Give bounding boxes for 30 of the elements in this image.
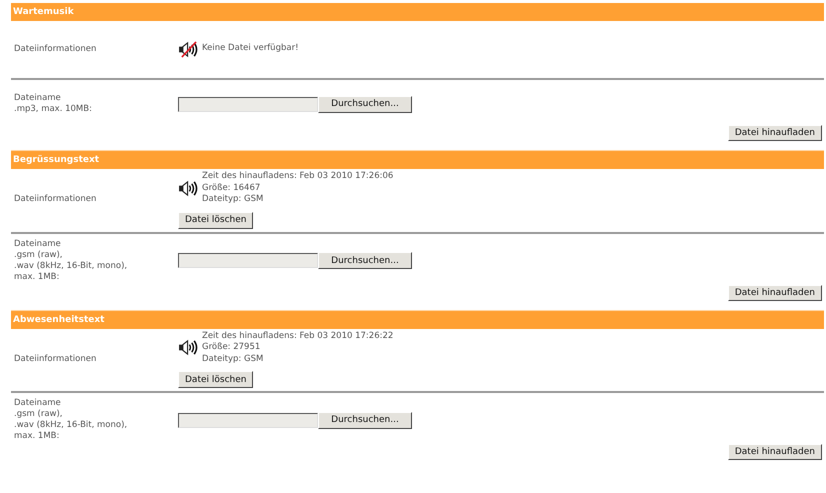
file-info-text: Größe: 27951: [202, 342, 262, 354]
muted-speaker-icon: [178, 40, 199, 58]
section-header: Abwesenheitstext: [11, 310, 824, 328]
file-info-text: Keine Datei verfügbar!: [202, 43, 298, 55]
info-label: Dateiinformationen: [14, 354, 98, 365]
speaker-icon: [178, 339, 199, 356]
file-input-field[interactable]: [178, 412, 318, 428]
section-header: Begrüssungstext: [11, 151, 824, 169]
file-info-text: Dateityp: GSM: [202, 354, 264, 365]
upload-button[interactable]: Datei hinaufladen: [728, 284, 822, 300]
delete-button[interactable]: Datei löschen: [178, 371, 254, 388]
upload-button[interactable]: Datei hinaufladen: [728, 125, 822, 141]
file-input-field[interactable]: [178, 96, 318, 112]
file-info-text: Zeit des hinaufladens: Feb 03 2010 17:26:06: [202, 171, 394, 182]
info-label: Dateiinformationen: [14, 194, 98, 206]
section-header: Wartemusik: [11, 3, 824, 21]
delete-button[interactable]: Datei löschen: [178, 212, 254, 228]
upload-button[interactable]: Datei hinaufladen: [728, 444, 822, 460]
info-label: Dateiinformationen: [14, 44, 98, 54]
browse-button[interactable]: Durchsuchen...: [318, 96, 412, 112]
upload-label: Dateiname .gsm (raw), .wav (8kHz, 16-Bit, mono), max. 1MB:: [14, 398, 128, 442]
speaker-icon: [178, 180, 199, 197]
upload-label: Dateiname .gsm (raw), .wav (8kHz, 16-Bit, mono), max. 1MB:: [14, 238, 128, 282]
upload-label: Dateiname .mp3, max. 10MB:: [14, 93, 93, 115]
browse-button[interactable]: Durchsuchen...: [318, 412, 412, 428]
file-info-text: Größe: 16467: [202, 182, 262, 194]
browse-button[interactable]: Durchsuchen...: [318, 252, 412, 269]
file-info-text: Zeit des hinaufladens: Feb 03 2010 17:26:22: [202, 330, 394, 342]
file-info-text: Dateityp: GSM: [202, 194, 264, 206]
file-input-field[interactable]: [178, 253, 318, 268]
